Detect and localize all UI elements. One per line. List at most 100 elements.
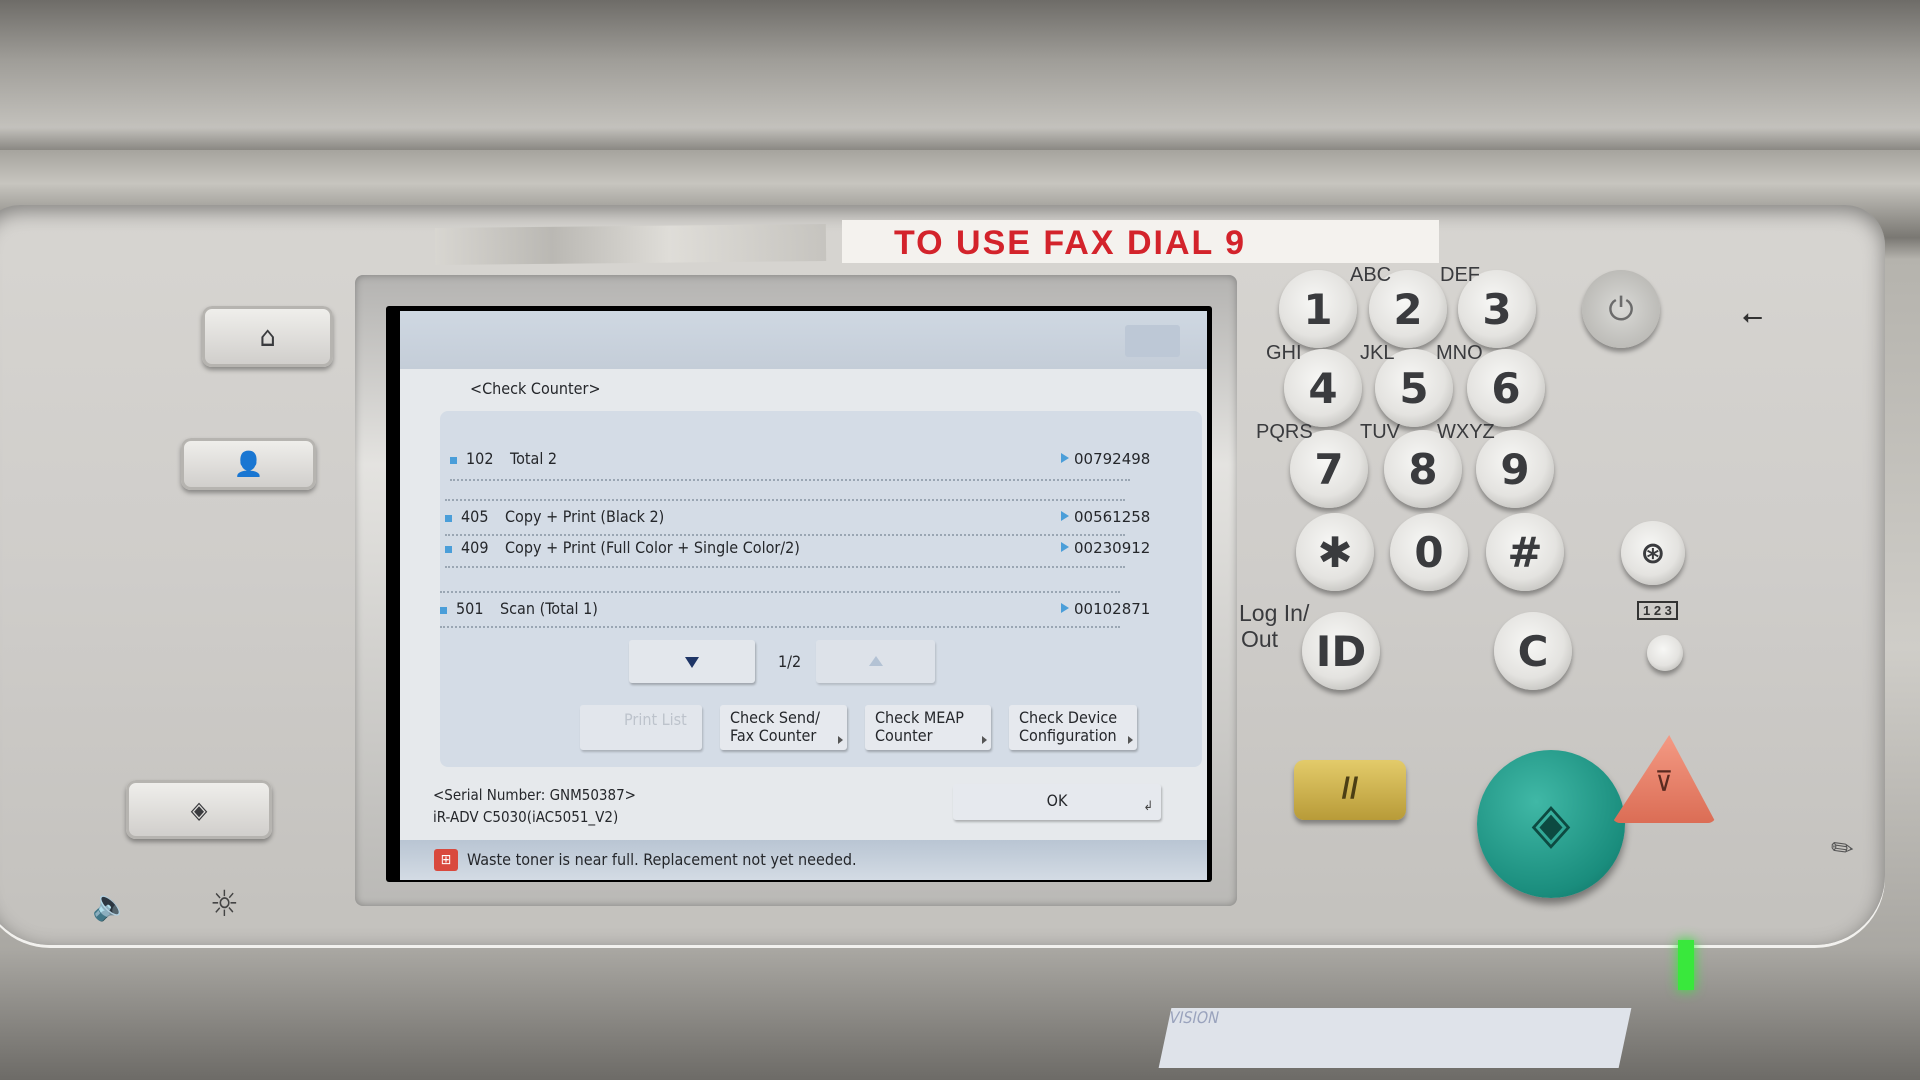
model-name: iR-ADV C5030(iAC5051_V2): [433, 808, 619, 826]
print-list-button[interactable]: Print List: [580, 705, 702, 750]
counter-check-button[interactable]: [1647, 635, 1683, 671]
counter-row: 102 Total 2 00792498: [450, 447, 1170, 475]
key-label: C: [1517, 626, 1549, 676]
enter-icon: ↲: [1143, 799, 1153, 814]
button-label: Check MEAP: [875, 708, 964, 727]
header-icon: [1125, 325, 1180, 357]
divider: [440, 626, 1120, 628]
counter-check-label: 1 2 3: [1637, 601, 1678, 620]
counter-value: 00792498: [1074, 450, 1151, 468]
key-label: 9: [1500, 444, 1530, 494]
page-title: <Check Counter>: [470, 379, 601, 398]
key-label: #: [1507, 527, 1543, 577]
divider: [440, 591, 1120, 593]
serial-number: <Serial Number: GNM50387>: [433, 786, 636, 804]
divider: [450, 479, 1130, 481]
counter-label: Copy + Print (Full Color + Single Color/…: [505, 538, 800, 557]
bullet-icon: [445, 546, 452, 553]
counter-value: 00230912: [1074, 539, 1151, 557]
start-diamond-icon: ◈: [1531, 791, 1571, 856]
counter-label: Total 2: [510, 449, 558, 468]
settings-star-icon: ⊛: [1640, 535, 1666, 571]
key-label: 0: [1414, 527, 1444, 577]
screen-header: [400, 311, 1207, 369]
bullet-icon: [450, 457, 457, 464]
status-message: Waste toner is near full. Replacement no…: [467, 850, 857, 869]
power-button[interactable]: ⏻: [1582, 270, 1660, 348]
key-letters: ABC: [1350, 264, 1392, 286]
button-label: Configuration: [1019, 726, 1117, 745]
ok-label: OK: [1046, 791, 1068, 810]
check-meap-counter-button[interactable]: Check MEAP Counter: [865, 705, 991, 750]
key-label: 4: [1308, 363, 1338, 413]
vision-sticker: VISION: [1158, 1008, 1632, 1068]
chevron-right-icon: [1128, 736, 1133, 744]
bullet-icon: [445, 515, 452, 522]
key-letters: JKL: [1360, 342, 1395, 364]
button-label: Counter: [875, 726, 933, 745]
check-device-configuration-button[interactable]: Check Device Configuration: [1009, 705, 1137, 750]
down-arrow-icon: [685, 657, 699, 668]
key-letters: PQRS: [1256, 421, 1313, 443]
volume-icon[interactable]: 🔈: [92, 888, 129, 923]
touch-screen: <Check Counter> 102 Total 2 00792498 405…: [386, 306, 1212, 882]
key-label: 8: [1408, 444, 1438, 494]
power-icon: ⏻: [1608, 289, 1634, 328]
key-label: 6: [1491, 363, 1521, 413]
scroll-down-button[interactable]: [629, 640, 755, 683]
home-button[interactable]: ⌂: [202, 306, 333, 367]
counter-row: 409 Copy + Print (Full Color + Single Co…: [445, 536, 1165, 564]
up-arrow-icon: [869, 656, 883, 666]
bullet-icon: [440, 607, 447, 614]
counter-code: 409: [461, 538, 489, 557]
scroll-up-button[interactable]: [816, 640, 935, 683]
counter-list: 102 Total 2 00792498 405 Copy + Print (B…: [440, 411, 1202, 767]
arrow-icon: [1061, 542, 1069, 552]
key-letters: MNO: [1436, 342, 1483, 364]
key-label: 2: [1393, 284, 1423, 334]
counter-code: 501: [456, 599, 484, 618]
reset-button[interactable]: //: [1294, 760, 1406, 820]
page-indicator: 1/2: [778, 652, 802, 671]
ok-button[interactable]: OK ↲: [953, 784, 1161, 820]
button-label: Check Send/: [730, 708, 820, 727]
settings-button[interactable]: ⊛: [1621, 521, 1685, 585]
key-label: ✱: [1317, 527, 1353, 577]
print-list-label: Print List: [624, 710, 687, 729]
key-letters: DEF: [1440, 264, 1480, 286]
start-button[interactable]: ◈: [1477, 750, 1625, 898]
login-logout-key[interactable]: ID: [1302, 612, 1380, 690]
login-label: Out: [1241, 626, 1279, 652]
counter-code: 102: [466, 449, 494, 468]
counter-row: 501 Scan (Total 1) 00102871: [440, 597, 1160, 625]
brightness-icon[interactable]: ☼: [210, 884, 239, 925]
tape-strip: [434, 223, 827, 266]
login-label: Log In/: [1239, 600, 1310, 626]
chevron-right-icon: [838, 736, 843, 744]
key-letters: WXYZ: [1437, 421, 1495, 443]
check-send-fax-counter-button[interactable]: Check Send/Fax Counter: [720, 705, 847, 750]
key-1[interactable]: 1: [1279, 270, 1357, 348]
arrow-icon: [1061, 453, 1069, 463]
energy-saver-button[interactable]: ◈: [126, 780, 272, 839]
stop-icon: ⊽: [1654, 765, 1674, 798]
counter-row: 405 Copy + Print (Black 2) 00561258: [445, 505, 1165, 533]
button-label: Fax Counter: [730, 726, 817, 745]
arrow-icon: [1061, 511, 1069, 521]
key-label: ID: [1315, 626, 1367, 676]
waste-toner-icon: ⊞: [434, 849, 458, 871]
reset-icon: //: [1341, 772, 1359, 805]
status-monitor-button[interactable]: 👤: [181, 438, 316, 490]
fax-dial-sticker: TO USE FAX DIAL 9: [842, 220, 1439, 263]
key-label: 7: [1314, 444, 1344, 494]
status-bar: ⊞ Waste toner is near full. Replacement …: [400, 840, 1207, 880]
counter-value: 00561258: [1074, 508, 1151, 526]
home-icon: ⌂: [259, 320, 276, 353]
eye-diamond-icon: ◈: [190, 795, 208, 824]
printer-top-cover: [0, 0, 1920, 150]
clear-key[interactable]: C: [1494, 612, 1572, 690]
key-0[interactable]: 0: [1390, 513, 1468, 591]
key-asterisk[interactable]: ✱: [1296, 513, 1374, 591]
key-hash[interactable]: #: [1486, 513, 1564, 591]
divider: [445, 566, 1125, 568]
